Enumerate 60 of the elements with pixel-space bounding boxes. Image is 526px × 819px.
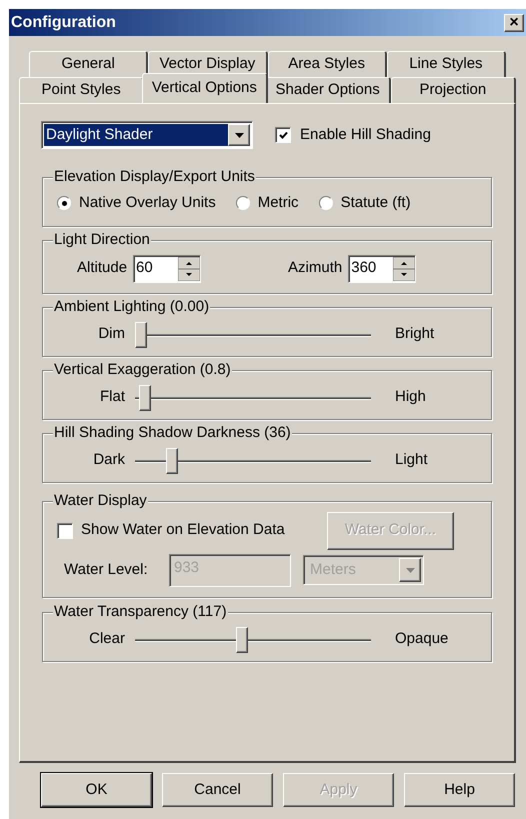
spin-arrows-icon[interactable]	[393, 256, 416, 280]
group-title: Water Display	[53, 492, 148, 510]
group-title: Elevation Display/Export Units	[53, 168, 256, 186]
dialog-button[interactable]: OK	[41, 773, 152, 807]
checkbox[interactable]	[57, 522, 73, 538]
radio-button[interactable]	[57, 196, 71, 210]
slider-track[interactable]	[135, 626, 371, 652]
slider-track[interactable]	[135, 448, 371, 474]
slider-max-label: Bright	[394, 324, 434, 344]
group-title: Ambient Lighting (0.00)	[53, 298, 210, 316]
radio-button[interactable]	[318, 196, 333, 210]
tab[interactable]: Line Styles	[386, 51, 506, 77]
field-label: Azimuth	[288, 258, 342, 278]
slider-max-label: High	[394, 387, 426, 408]
group-title: Light Direction	[53, 230, 151, 248]
slider-track[interactable]	[135, 322, 371, 348]
dialog-button[interactable]: Help	[404, 773, 515, 807]
check-icon	[278, 130, 288, 140]
spin-field[interactable]: 360	[348, 254, 416, 282]
slider-thumb[interactable]	[135, 322, 147, 348]
slider-min-label: Dark	[92, 450, 126, 470]
slider-min-label: Dim	[97, 324, 126, 344]
dropdown-value: Daylight Shader	[44, 124, 228, 146]
slider-max-label: Light	[394, 450, 428, 470]
checkbox-label: Show Water on Elevation Data	[81, 520, 286, 540]
group-title: Water Transparency (117)	[53, 602, 228, 620]
slider-thumb[interactable]	[236, 626, 248, 652]
checkbox[interactable]	[275, 127, 291, 143]
spin-field[interactable]: 60	[133, 254, 202, 282]
window-title: Configuration	[11, 12, 116, 32]
slider-min-label: Flat	[98, 387, 126, 408]
tab[interactable]: Shader Options	[266, 77, 391, 103]
spin-arrows-icon[interactable]	[178, 256, 200, 280]
field-label: Water Level:	[64, 560, 149, 580]
spin-value: 360	[351, 258, 378, 278]
slider-min-label: Clear	[88, 629, 126, 650]
tab[interactable]: Point Styles	[19, 77, 144, 103]
dropdown-button[interactable]	[228, 124, 250, 146]
radio-label: Native Overlay Units	[79, 193, 216, 213]
radio-label: Statute (ft)	[340, 193, 411, 213]
caret-icon	[406, 568, 414, 572]
tab[interactable]: Vertical Options	[142, 73, 268, 103]
caret-icon	[234, 132, 244, 138]
group-title: Vertical Exaggeration (0.8)	[53, 360, 232, 378]
checkbox-label: Enable Hill Shading	[300, 124, 431, 145]
slider-thumb[interactable]	[139, 384, 152, 410]
group-title: Hill Shading Shadow Darkness (36)	[53, 424, 292, 442]
radio-label: Metric	[258, 193, 299, 213]
tab[interactable]: General	[29, 51, 148, 77]
tab[interactable]: Area Styles	[268, 51, 387, 77]
shader-dropdown[interactable]: Daylight Shader	[41, 121, 253, 149]
tab[interactable]: Projection	[390, 77, 516, 103]
spin-value: 60	[136, 258, 154, 278]
field-label: Altitude	[77, 258, 128, 278]
slider-max-label: Opaque	[394, 629, 448, 650]
slider-track[interactable]	[135, 384, 371, 410]
slider-thumb[interactable]	[166, 448, 178, 474]
close-button[interactable]: ×	[504, 14, 524, 32]
dialog-button[interactable]: Cancel	[162, 773, 273, 807]
radio-button[interactable]	[236, 196, 250, 210]
